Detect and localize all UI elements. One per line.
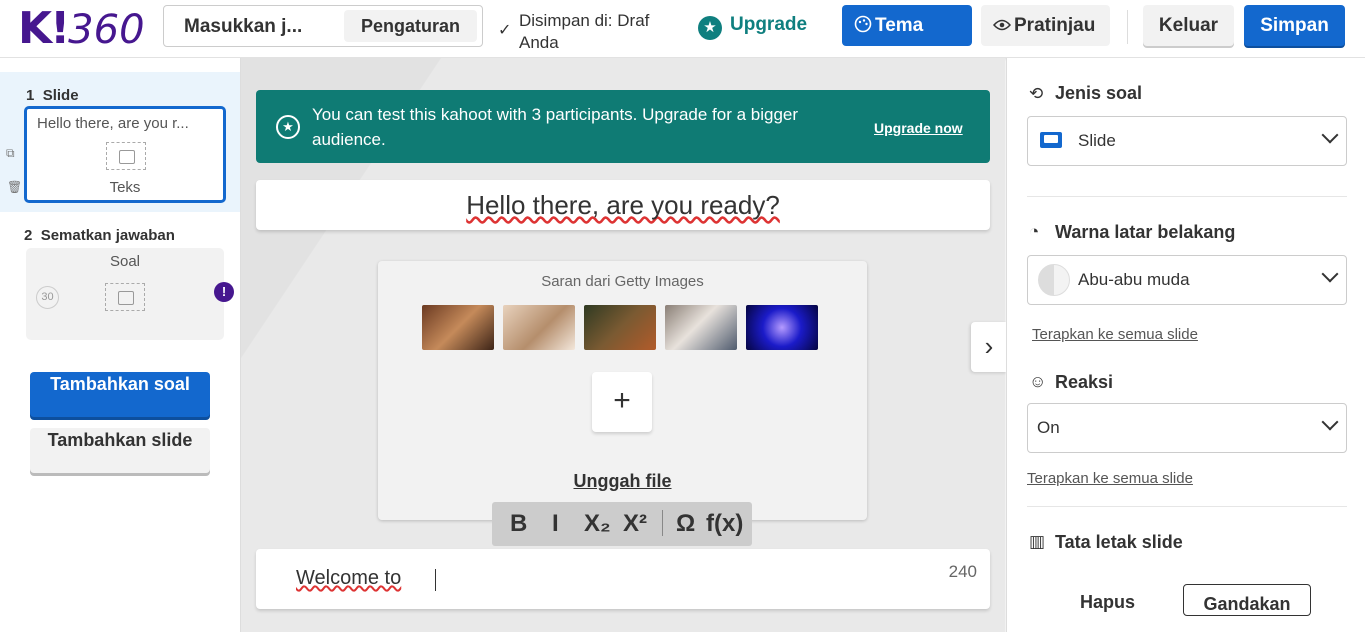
settings-button[interactable]: Pengaturan xyxy=(344,10,477,42)
add-media-button[interactable]: + xyxy=(592,372,652,432)
delete-button[interactable]: Hapus xyxy=(1080,592,1135,613)
slide-2-label: 2 Sematkan jawaban xyxy=(24,227,175,244)
image-placeholder-icon xyxy=(106,142,146,170)
upgrade-now-link[interactable]: Upgrade now xyxy=(874,120,963,136)
saved-status-text: Disimpan di: Draf Anda xyxy=(519,11,650,50)
slide-1-label: 1 Slide xyxy=(26,87,79,104)
subscript-button[interactable]: X₂ xyxy=(584,510,611,538)
slide-1-title: Hello there, are you r... xyxy=(37,115,189,132)
reaction-value: On xyxy=(1037,418,1060,437)
slide-type-icon xyxy=(1040,132,1062,148)
apply-all-bg-link[interactable]: Terapkan ke semua slide xyxy=(1032,326,1198,343)
superscript-button[interactable]: X² xyxy=(623,510,647,538)
editor-canvas: ★ You can test this kahoot with 3 partic… xyxy=(241,58,1005,632)
question-type-value: Slide xyxy=(1078,131,1116,150)
char-counter: 240 xyxy=(948,562,977,581)
reaction-title: Reaksi xyxy=(1055,372,1114,392)
collapse-panel-button[interactable]: › xyxy=(971,322,1007,372)
title-input[interactable]: Masukkan j... Pengaturan xyxy=(163,5,483,47)
preview-button[interactable]: Pratinjau xyxy=(981,5,1110,46)
suggested-image-4[interactable] xyxy=(665,305,737,350)
title-placeholder: Masukkan j... xyxy=(184,16,303,37)
question-type-select[interactable]: Slide xyxy=(1027,116,1347,166)
top-header: K!360 Masukkan j... Pengaturan ✓ Disimpa… xyxy=(0,0,1365,58)
bold-button[interactable]: B xyxy=(510,510,527,538)
logo-number: 360 xyxy=(68,7,145,53)
theme-label: Tema xyxy=(875,15,924,36)
suggested-image-1[interactable] xyxy=(422,305,494,350)
chevron-down-icon xyxy=(1321,265,1339,283)
suggested-image-2[interactable] xyxy=(503,305,575,350)
warning-icon[interactable]: ! xyxy=(214,282,234,302)
layout-title: Tata letak slide xyxy=(1055,532,1183,552)
upload-file-link[interactable]: Unggah file xyxy=(378,471,867,492)
suggested-image-5[interactable] xyxy=(746,305,818,350)
eye-icon xyxy=(992,19,1012,31)
question-text: Hello there, are you ready? xyxy=(466,190,780,220)
slide-1-thumbnail[interactable]: Hello there, are you r... Teks xyxy=(24,106,226,203)
bg-color-title: Warna latar belakang xyxy=(1055,222,1236,242)
palette-icon: ◔ xyxy=(1029,222,1040,241)
slide-2-caption: Soal xyxy=(109,253,141,270)
media-area: Saran dari Getty Images + Unggah file B … xyxy=(378,261,867,546)
slide-2-thumbnail[interactable]: Soal 30 xyxy=(26,248,224,340)
exit-button[interactable]: Keluar xyxy=(1143,5,1234,46)
question-type-title: Jenis soal xyxy=(1055,83,1143,103)
slide-1-caption: Teks xyxy=(109,179,141,196)
slide-sidebar: 1 Slide Hello there, are you r... Teks ⧉… xyxy=(0,58,241,632)
toolbar-divider xyxy=(662,510,663,536)
question-type-icon: ⟲ xyxy=(1029,84,1044,103)
divider xyxy=(1027,196,1347,197)
emoji-icon: ☺ xyxy=(1029,372,1047,391)
star-icon: ★ xyxy=(276,115,300,139)
media-hint: Saran dari Getty Images xyxy=(541,273,704,290)
reaction-select[interactable]: On xyxy=(1027,403,1347,453)
upgrade-banner: ★ You can test this kahoot with 3 partic… xyxy=(256,90,990,163)
properties-panel: ⟲ Jenis soal Slide ◔ Warna latar belakan… xyxy=(1006,58,1365,632)
text-cursor xyxy=(435,569,436,591)
save-button[interactable]: Simpan xyxy=(1244,5,1345,46)
preview-label: Pratinjau xyxy=(1014,15,1096,36)
add-question-button[interactable]: Tambahkan soal xyxy=(30,372,210,417)
chevron-down-icon xyxy=(1321,413,1339,431)
question-title-field[interactable]: Hello there, are you ready? xyxy=(256,180,990,230)
theme-button[interactable]: Tema xyxy=(842,5,972,46)
italic-button[interactable]: I xyxy=(552,510,559,538)
logo-mark: K! xyxy=(18,3,70,54)
color-swatch-icon xyxy=(1038,264,1070,296)
chevron-down-icon xyxy=(1321,126,1339,144)
upgrade-link[interactable]: ★ Upgrade xyxy=(698,14,807,40)
star-icon: ★ xyxy=(698,16,722,40)
upgrade-label: Upgrade xyxy=(730,14,808,35)
duplicate-icon[interactable]: ⧉ xyxy=(6,146,15,161)
bg-color-value: Abu-abu muda xyxy=(1078,270,1190,289)
palette-icon xyxy=(854,15,872,33)
image-placeholder-icon xyxy=(105,283,145,311)
divider xyxy=(1027,506,1347,507)
apply-all-reaction-link[interactable]: Terapkan ke semua slide xyxy=(1027,470,1193,487)
function-button[interactable]: f(x) xyxy=(706,510,743,538)
suggested-image-3[interactable] xyxy=(584,305,656,350)
layout-icon: ▥ xyxy=(1029,532,1046,551)
text-field-value: Welcome to xyxy=(296,567,402,589)
check-icon: ✓ xyxy=(498,22,512,39)
text-field[interactable]: Welcome to 240 xyxy=(256,549,990,609)
kahoot-logo[interactable]: K!360 xyxy=(18,3,145,54)
banner-message: You can test this kahoot with 3 particip… xyxy=(312,105,799,149)
trash-icon[interactable]: 🗑 xyxy=(7,180,22,194)
timer-badge: 30 xyxy=(36,286,59,309)
add-slide-button[interactable]: Tambahkan slide xyxy=(30,428,210,473)
format-toolbar: B I X₂ X² Ω f(x) xyxy=(492,502,752,546)
omega-button[interactable]: Ω xyxy=(676,510,695,538)
header-divider xyxy=(1127,10,1128,44)
saved-status: ✓ Disimpan di: Draf Anda xyxy=(498,10,688,50)
bg-color-select[interactable]: Abu-abu muda xyxy=(1027,255,1347,305)
duplicate-button[interactable]: Gandakan xyxy=(1183,584,1311,616)
